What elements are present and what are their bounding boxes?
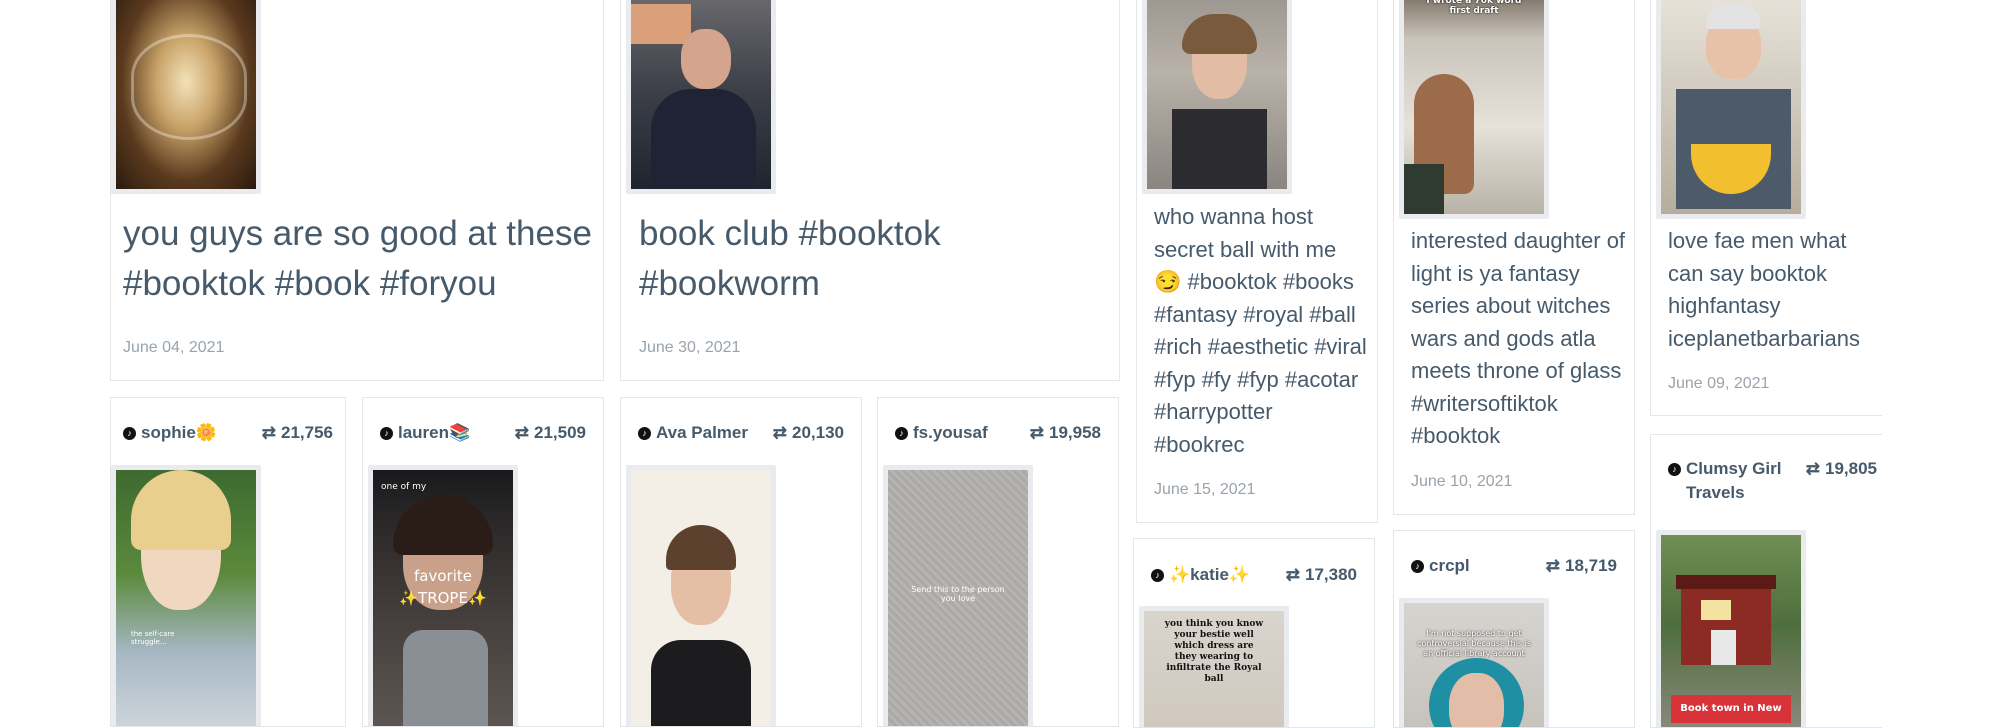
author-name[interactable]: ♪ sophie🌼 — [123, 421, 217, 445]
repost-icon: ⇄ — [261, 423, 276, 442]
tiktok-icon: ♪ — [1151, 568, 1164, 582]
repost-count: ⇄ 19,805 — [1806, 457, 1877, 481]
video-card[interactable]: ♪ ✨katie✨ ⇄ 17,380 you think you know yo… — [1133, 538, 1375, 728]
video-caption: who wanna host secret ball with me 😏 #bo… — [1154, 204, 1367, 457]
overlay-caption: one of my — [381, 482, 427, 492]
tiktok-icon: ♪ — [895, 426, 908, 440]
tiktok-icon: ♪ — [1668, 463, 1681, 476]
repost-count: ⇄ 20,130 — [773, 421, 844, 445]
repost-icon: ⇄ — [1285, 565, 1300, 584]
repost-count: ⇄ 17,380 — [1286, 563, 1357, 587]
author-name[interactable]: ♪ lauren📚 — [380, 421, 470, 445]
video-card[interactable]: ♪ crcpl ⇄ 18,719 I'm not supposed to get… — [1393, 530, 1635, 728]
repost-icon: ⇄ — [1029, 423, 1044, 442]
video-thumbnail[interactable] — [626, 465, 776, 726]
video-card[interactable]: who wanna host secret ball with me 😏 #bo… — [1136, 0, 1378, 523]
repost-count-value: 20,130 — [792, 423, 844, 442]
video-thumbnail[interactable]: i wrote a 70k word first draft — [1399, 0, 1549, 219]
author-name[interactable]: ♪ crcpl — [1411, 554, 1470, 578]
video-date: June 04, 2021 — [123, 339, 225, 356]
overlay-caption: favorite ✨TROPE✨ — [399, 567, 487, 607]
overlay-caption: Send this to the person you love — [911, 585, 1005, 603]
repost-count-value: 19,958 — [1049, 423, 1101, 442]
video-thumbnail[interactable] — [111, 0, 261, 194]
repost-icon: ⇄ — [514, 423, 529, 442]
video-card[interactable]: ♪ fs.yousaf ⇄ 19,958 Send this to the pe… — [877, 397, 1119, 727]
video-thumbnail[interactable] — [1656, 0, 1806, 219]
author-name[interactable]: ♪ ✨katie✨ — [1151, 563, 1250, 587]
overlay-caption: the self-care struggle... — [131, 630, 175, 646]
video-card[interactable]: i wrote a 70k word first draft intereste… — [1393, 0, 1635, 515]
overlay-caption: i wrote a 70k word first draft — [1426, 0, 1522, 16]
overlay-caption: you think you know your bestie well whic… — [1164, 619, 1264, 684]
tiktok-icon: ♪ — [123, 426, 136, 440]
video-card[interactable]: you guys are so good at these #booktok #… — [110, 0, 604, 381]
video-caption: you guys are so good at these #booktok #… — [123, 214, 592, 303]
repost-icon: ⇄ — [1545, 556, 1560, 575]
repost-count-value: 21,509 — [534, 423, 586, 442]
video-card[interactable]: ♪ Ava Palmer ⇄ 20,130 — [620, 397, 862, 727]
video-caption: interested daughter of light is ya fanta… — [1411, 228, 1626, 448]
repost-icon: ⇄ — [772, 423, 787, 442]
video-card[interactable]: love fae men what can say booktok highfa… — [1650, 0, 1882, 416]
author-label: fs.yousaf — [913, 423, 988, 442]
video-caption: book club #booktok #bookworm — [639, 214, 941, 303]
author-label: Clumsy Girl Travels — [1686, 459, 1782, 502]
video-caption: love fae men what can say booktok highfa… — [1668, 228, 1861, 351]
video-card[interactable]: ♪ sophie🌼 ⇄ 21,756 the self-care struggl… — [110, 397, 346, 727]
video-thumbnail[interactable]: Book town in New — [1656, 530, 1806, 727]
repost-count: ⇄ 21,756 — [262, 421, 333, 445]
repost-count-value: 19,805 — [1825, 459, 1877, 478]
repost-count-value: 21,756 — [281, 423, 333, 442]
author-label: sophie🌼 — [141, 423, 217, 442]
tiktok-icon: ♪ — [380, 426, 393, 440]
video-thumbnail[interactable]: one of my favorite ✨TROPE✨ — [368, 465, 518, 726]
overlay-caption: Book town in New — [1680, 703, 1782, 714]
video-date: June 15, 2021 — [1154, 481, 1256, 498]
video-card[interactable]: ♪ lauren📚 ⇄ 21,509 one of my favorite ✨T… — [362, 397, 604, 727]
video-thumbnail[interactable]: you think you know your bestie well whic… — [1139, 606, 1289, 727]
video-card[interactable]: ♪ Clumsy Girl Travels ⇄ 19,805 Book town… — [1650, 434, 1882, 728]
video-thumbnail[interactable]: I'm not supposed to get controversial be… — [1399, 598, 1549, 727]
author-label: crcpl — [1429, 556, 1470, 575]
video-thumbnail[interactable]: the self-care struggle... — [111, 465, 261, 726]
author-label: lauren📚 — [398, 423, 471, 442]
repost-count-value: 18,719 — [1565, 556, 1617, 575]
video-thumbnail[interactable] — [1142, 0, 1292, 194]
tiktok-icon: ♪ — [638, 426, 651, 440]
overlay-caption: I'm not supposed to get controversial be… — [1416, 629, 1532, 658]
video-thumbnail[interactable]: Send this to the person you love — [883, 465, 1033, 726]
author-name[interactable]: ♪ fs.yousaf — [895, 421, 988, 445]
author-label: Ava Palmer — [656, 423, 748, 442]
repost-count: ⇄ 18,719 — [1546, 554, 1617, 578]
author-label: ✨katie✨ — [1169, 565, 1251, 584]
repost-count: ⇄ 19,958 — [1030, 421, 1101, 445]
repost-count: ⇄ 21,509 — [515, 421, 586, 445]
video-date: June 09, 2021 — [1668, 375, 1770, 392]
repost-count-value: 17,380 — [1305, 565, 1357, 584]
author-name[interactable]: ♪ Ava Palmer — [638, 421, 748, 445]
video-date: June 30, 2021 — [639, 339, 741, 356]
author-name[interactable]: ♪ Clumsy Girl Travels — [1668, 457, 1808, 505]
repost-icon: ⇄ — [1805, 459, 1820, 478]
tiktok-icon: ♪ — [1411, 559, 1424, 573]
video-date: June 10, 2021 — [1411, 473, 1513, 490]
video-card[interactable]: book club #booktok #bookworm June 30, 20… — [620, 0, 1120, 381]
video-thumbnail[interactable] — [626, 0, 776, 194]
